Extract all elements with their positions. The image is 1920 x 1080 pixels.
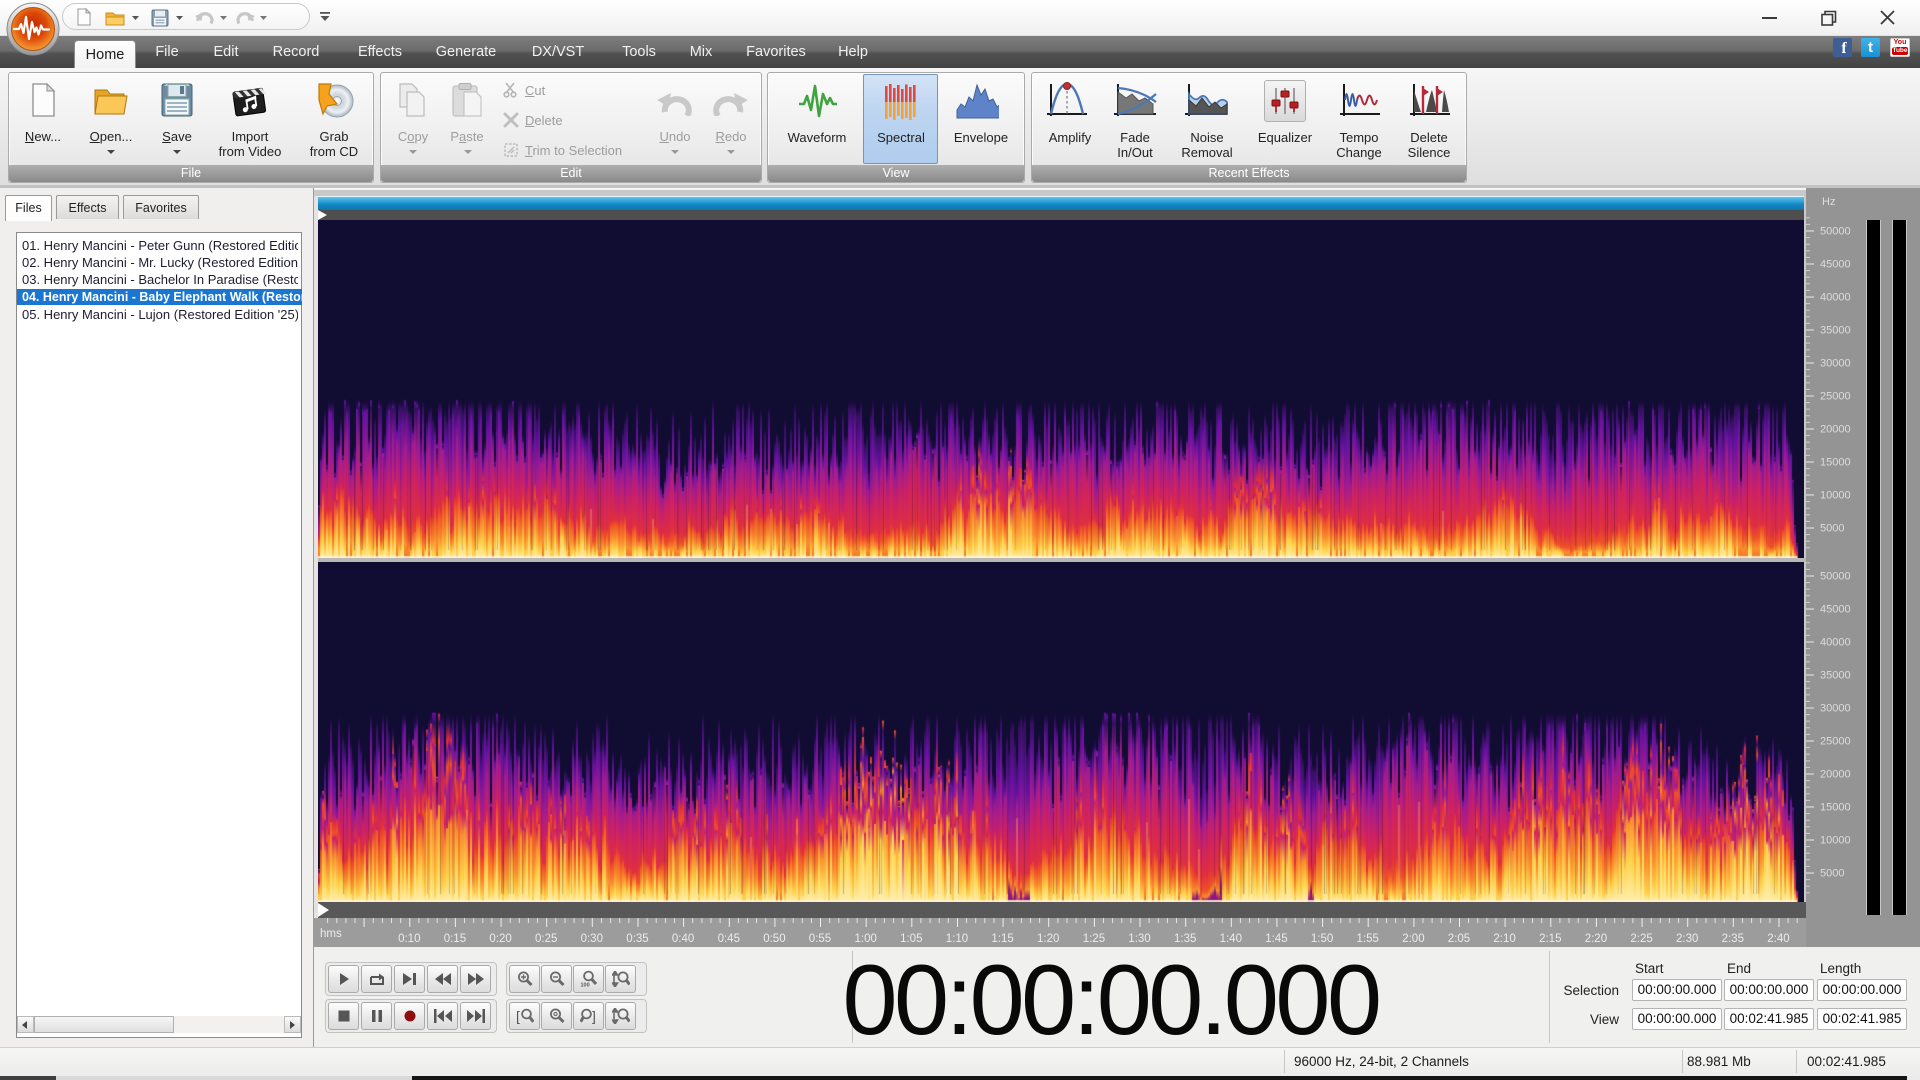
svg-text:0:10: 0:10 <box>398 933 420 945</box>
svg-text:1:15: 1:15 <box>991 933 1013 945</box>
svg-text:2:35: 2:35 <box>1722 933 1744 945</box>
svg-text:2:15: 2:15 <box>1539 933 1561 945</box>
svg-text:1:05: 1:05 <box>900 933 922 945</box>
svg-text:2:05: 2:05 <box>1448 933 1470 945</box>
svg-text:0:15: 0:15 <box>444 933 466 945</box>
svg-text:15000: 15000 <box>1820 802 1851 814</box>
svg-text:0:45: 0:45 <box>718 933 740 945</box>
svg-text:1:20: 1:20 <box>1037 933 1059 945</box>
svg-text:30000: 30000 <box>1820 703 1851 715</box>
svg-text:10000: 10000 <box>1820 835 1851 847</box>
svg-text:10000: 10000 <box>1820 490 1851 502</box>
svg-text:40000: 40000 <box>1820 637 1851 649</box>
svg-text:1:40: 1:40 <box>1220 933 1242 945</box>
svg-text:0:40: 0:40 <box>672 933 694 945</box>
svg-text:0:35: 0:35 <box>626 933 648 945</box>
svg-text:40000: 40000 <box>1820 292 1851 304</box>
svg-text:0:25: 0:25 <box>535 933 557 945</box>
svg-text:45000: 45000 <box>1820 259 1851 271</box>
svg-text:15000: 15000 <box>1820 457 1851 469</box>
svg-text:1:55: 1:55 <box>1357 933 1379 945</box>
svg-text:1:25: 1:25 <box>1083 933 1105 945</box>
svg-text:0:30: 0:30 <box>581 933 603 945</box>
svg-text:35000: 35000 <box>1820 670 1851 682</box>
svg-text:20000: 20000 <box>1820 769 1851 781</box>
svg-text:50000: 50000 <box>1820 226 1851 238</box>
svg-text:1:30: 1:30 <box>1128 933 1150 945</box>
svg-text:[: [ <box>516 1008 520 1024</box>
svg-text:1:10: 1:10 <box>946 933 968 945</box>
svg-text:5000: 5000 <box>1820 868 1844 880</box>
svg-text:2:20: 2:20 <box>1585 933 1607 945</box>
svg-text:30000: 30000 <box>1820 358 1851 370</box>
svg-text:]: ] <box>592 1008 596 1024</box>
svg-text:0:55: 0:55 <box>809 933 831 945</box>
svg-text:1:35: 1:35 <box>1174 933 1196 945</box>
svg-text:0:20: 0:20 <box>489 933 511 945</box>
svg-text:0:50: 0:50 <box>763 933 785 945</box>
svg-text:2:10: 2:10 <box>1493 933 1515 945</box>
svg-text:45000: 45000 <box>1820 604 1851 616</box>
svg-text:2:30: 2:30 <box>1676 933 1698 945</box>
svg-text:2:25: 2:25 <box>1630 933 1652 945</box>
svg-text:25000: 25000 <box>1820 391 1851 403</box>
svg-text:1:45: 1:45 <box>1265 933 1287 945</box>
svg-text:100: 100 <box>580 983 589 988</box>
svg-text:50000: 50000 <box>1820 571 1851 583</box>
svg-text:20000: 20000 <box>1820 424 1851 436</box>
svg-text:2:40: 2:40 <box>1767 933 1789 945</box>
svg-text:5000: 5000 <box>1820 523 1844 535</box>
svg-text:2:00: 2:00 <box>1402 933 1424 945</box>
svg-text:35000: 35000 <box>1820 325 1851 337</box>
svg-text:25000: 25000 <box>1820 736 1851 748</box>
svg-text:1:00: 1:00 <box>855 933 877 945</box>
svg-text:1:50: 1:50 <box>1311 933 1333 945</box>
